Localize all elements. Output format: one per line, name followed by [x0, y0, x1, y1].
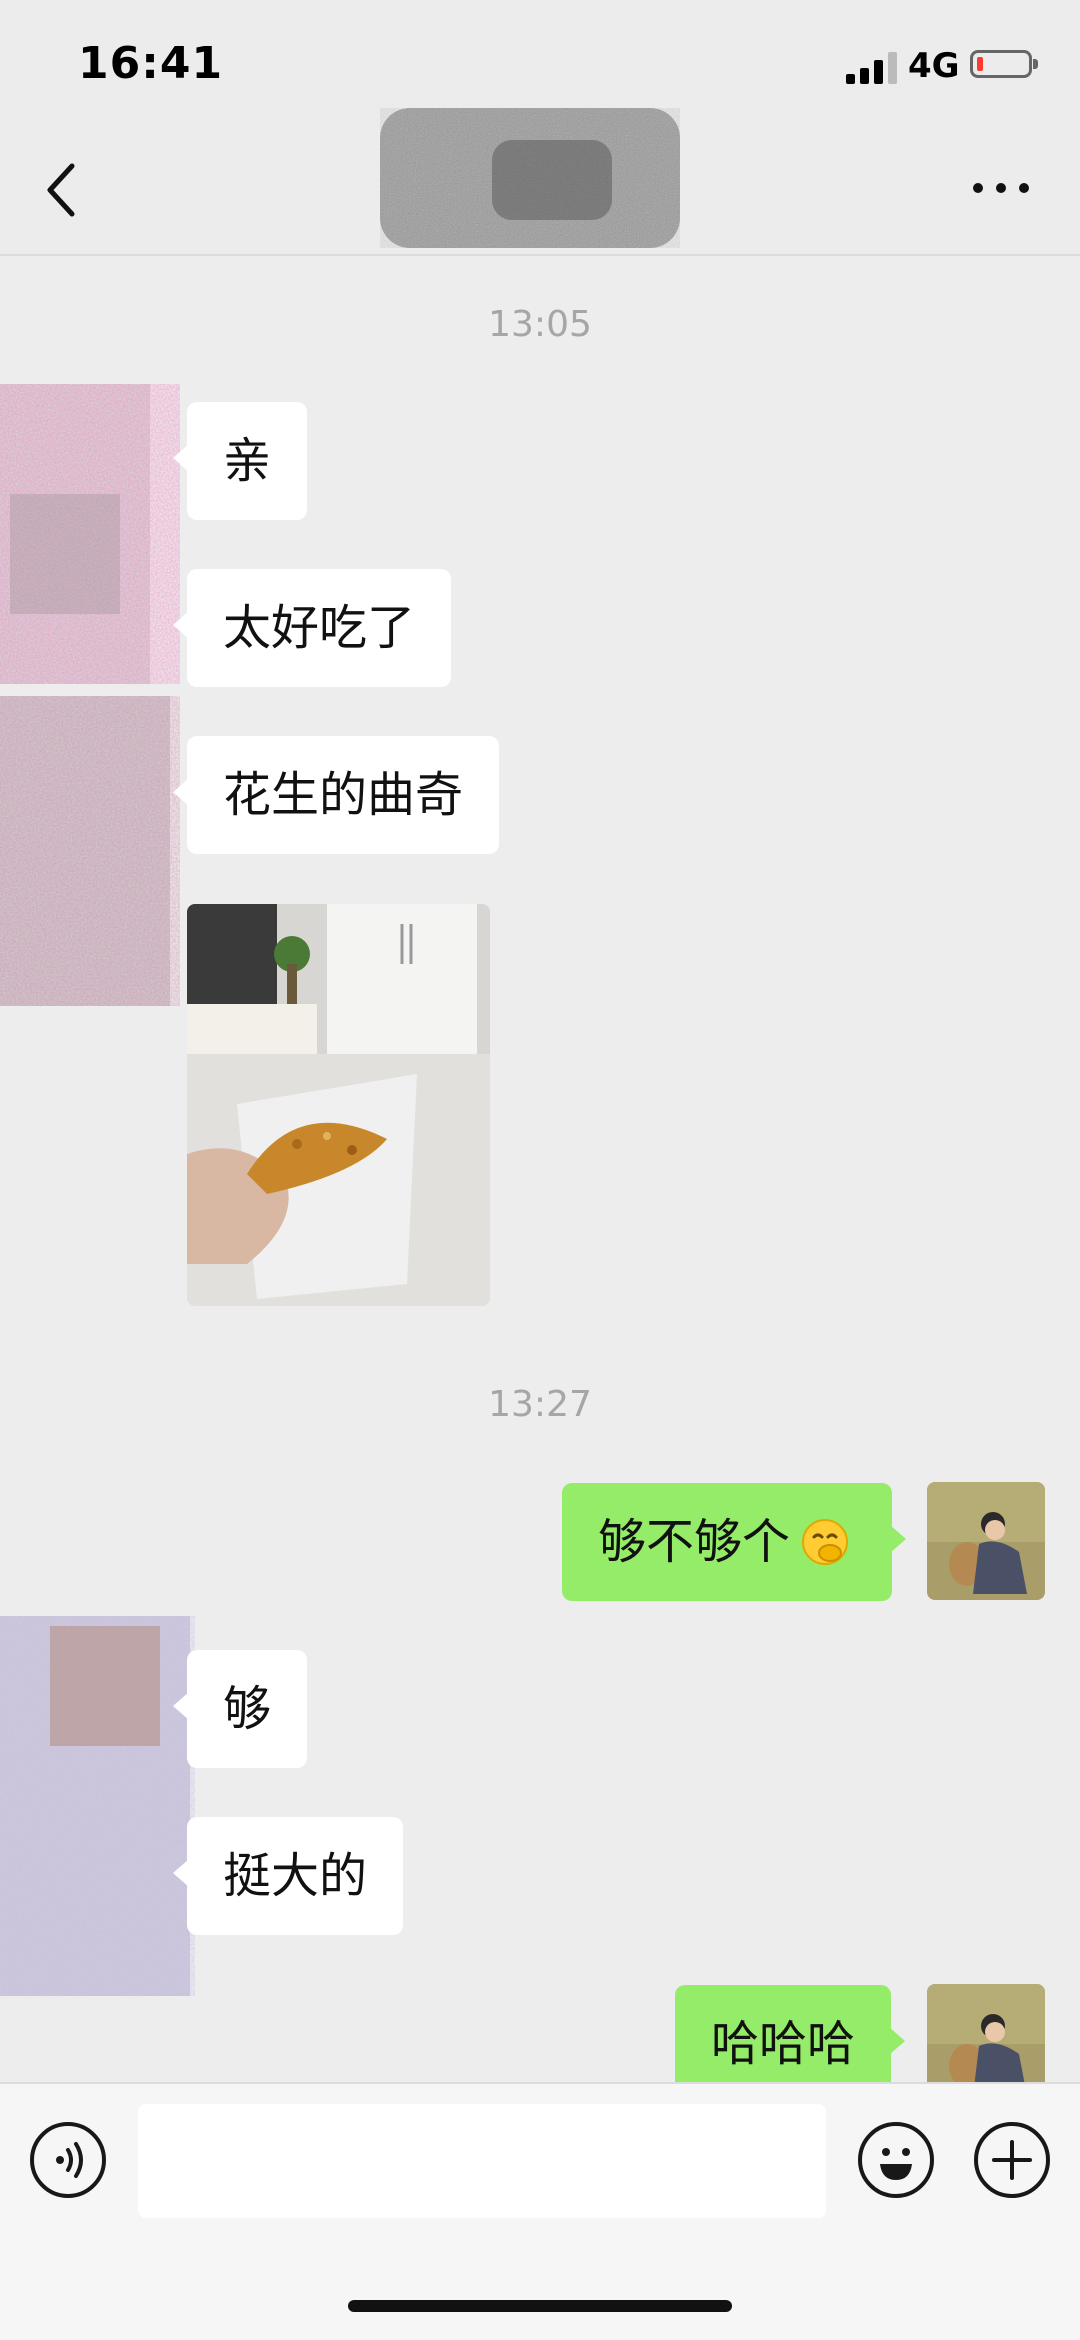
avatar-redacted — [0, 1596, 200, 2006]
battery-level — [977, 57, 983, 71]
message-bubble-incoming[interactable]: 够 — [172, 1650, 308, 1768]
plus-icon — [992, 2140, 1032, 2180]
message-bubble-outgoing[interactable]: 够不够个 — [562, 1483, 906, 1601]
face-with-hand-over-mouth-icon — [800, 1517, 850, 1567]
chevron-left-icon — [47, 163, 75, 217]
voice-icon — [56, 2142, 83, 2178]
network-type: 4G — [908, 46, 960, 86]
emoji-icon — [880, 2148, 912, 2180]
message-input[interactable] — [138, 2104, 826, 2218]
battery-icon — [970, 50, 1038, 78]
timestamp: 13:05 — [488, 304, 592, 345]
status-time: 16:41 — [78, 38, 224, 89]
home-indicator[interactable] — [348, 2300, 732, 2312]
emoji-button[interactable] — [858, 2122, 934, 2198]
message-bubble-incoming[interactable]: 挺大的 — [172, 1817, 404, 1935]
message-bubble-incoming[interactable]: 花生的曲奇 — [172, 736, 500, 854]
message-bubble-incoming[interactable]: 太好吃了 — [172, 569, 452, 687]
signal-icon — [846, 50, 898, 84]
timestamp: 13:27 — [488, 1384, 592, 1425]
voice-button[interactable] — [30, 2122, 106, 2198]
contact-name-redacted — [372, 100, 698, 260]
message-text: 够不够个 — [598, 1514, 791, 1570]
avatar-redacted — [0, 354, 186, 694]
more-dots-icon — [973, 183, 1029, 193]
plus-button[interactable] — [974, 2122, 1050, 2198]
back-button[interactable] — [38, 160, 88, 220]
my-avatar[interactable] — [927, 1482, 1045, 1600]
message-bubble-incoming[interactable]: 亲 — [172, 402, 308, 520]
avatar-redacted — [0, 676, 186, 1026]
more-button[interactable] — [966, 168, 1036, 208]
image-message-cookie-photo[interactable] — [187, 904, 490, 1306]
